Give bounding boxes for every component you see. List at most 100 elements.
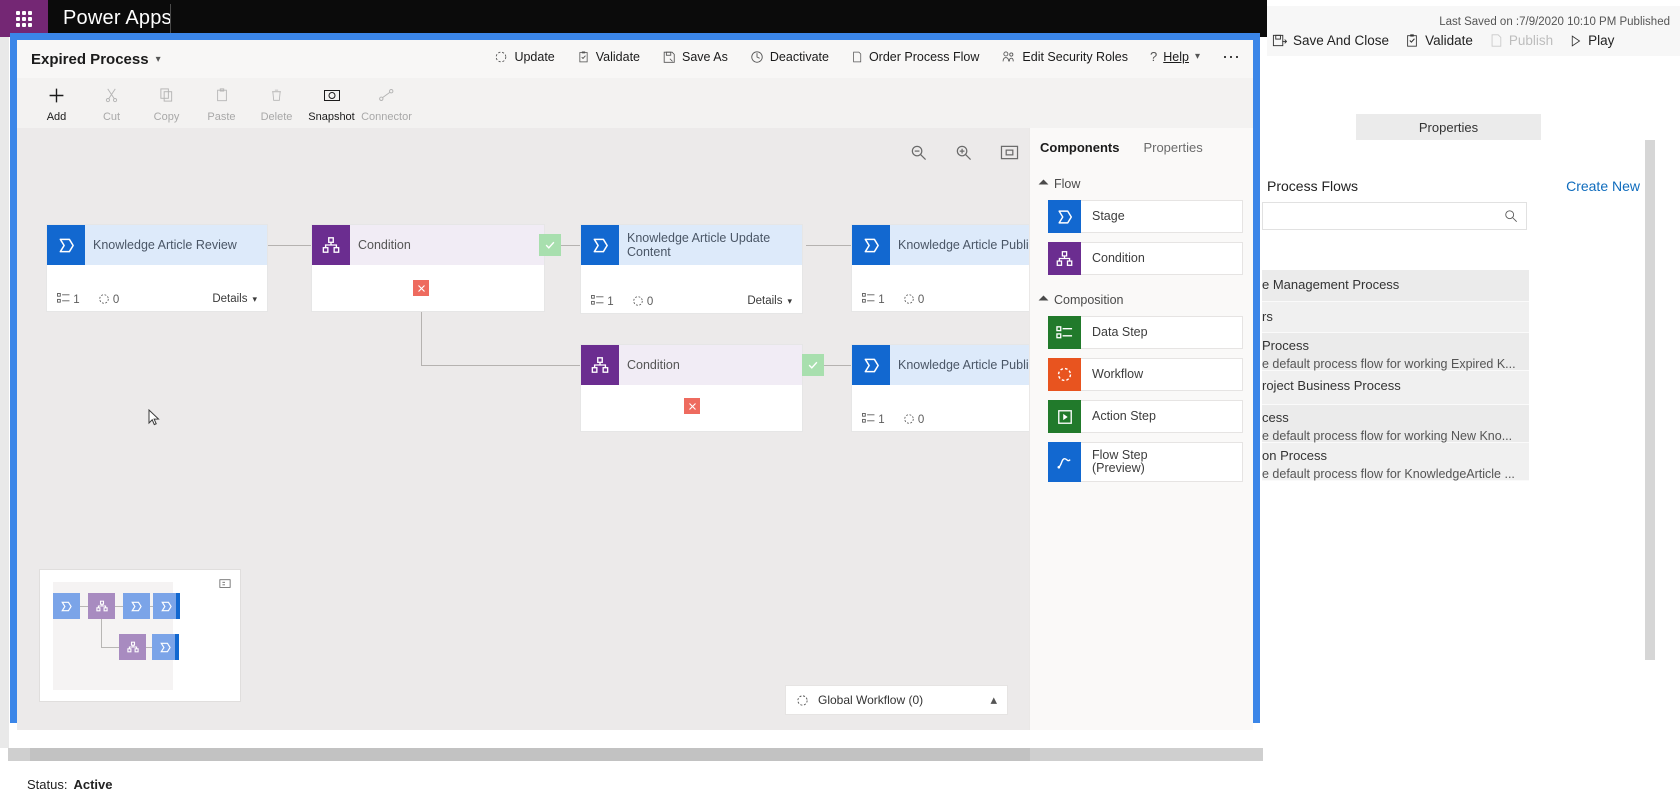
chevron-up-icon[interactable]: ▴: [990, 692, 997, 708]
component-data-step[interactable]: Data Step: [1048, 316, 1243, 349]
copy-label: Copy: [153, 111, 180, 123]
list-item[interactable]: e Management Process: [1262, 270, 1529, 302]
stage-node[interactable]: Knowledge Article Publish 1 0: [852, 225, 1029, 311]
steps-value: 1: [73, 293, 80, 306]
save-and-close-button[interactable]: Save And Close: [1272, 33, 1389, 48]
cut-label: Cut: [102, 111, 121, 123]
designer-root: Expired Process ▾ Update Validate Save A…: [17, 40, 1253, 730]
deactivate-button[interactable]: Deactivate: [750, 50, 829, 64]
triangle-expanded-icon: [1038, 295, 1049, 305]
connector-icon: [378, 85, 395, 105]
component-action-step[interactable]: Action Step: [1048, 400, 1243, 433]
order-process-flow-button[interactable]: Order Process Flow: [851, 50, 979, 64]
create-new-link[interactable]: Create New: [1566, 178, 1640, 194]
tab-properties[interactable]: Properties: [1143, 140, 1202, 159]
header-divider: [170, 4, 171, 34]
close-icon: [417, 284, 425, 292]
workflow-count: 0: [632, 295, 653, 308]
zoom-out-icon[interactable]: [910, 144, 927, 161]
global-workflow-bar[interactable]: Global Workflow (0) ▴: [785, 685, 1008, 715]
component-flow-step[interactable]: Flow Step (Preview): [1048, 442, 1243, 482]
component-workflow[interactable]: Workflow: [1048, 358, 1243, 391]
play-button[interactable]: Play: [1569, 33, 1614, 48]
data-step-icon: [1048, 316, 1081, 349]
zoom-in-icon[interactable]: [955, 144, 972, 161]
background-search-box[interactable]: [1262, 202, 1527, 230]
component-flow-step-line1: Flow Step: [1092, 448, 1148, 462]
paste-button: Paste: [194, 78, 249, 123]
save-as-button[interactable]: Save As: [662, 50, 728, 64]
background-command-bar: [1267, 6, 1680, 56]
group-flow-label: Flow: [1054, 177, 1081, 191]
details-toggle[interactable]: Details ▾: [212, 293, 257, 305]
branch-no-marker[interactable]: [684, 398, 700, 414]
fit-to-screen-icon[interactable]: [1000, 144, 1019, 161]
flow-canvas[interactable]: Knowledge Article Review 1 0 Details ▾ C…: [17, 128, 1029, 730]
node-title: Knowledge Article Update Content: [619, 225, 802, 265]
branch-yes-marker[interactable]: [802, 354, 824, 376]
list-item[interactable]: on Process e default process flow for Kn…: [1262, 443, 1529, 481]
snapshot-button[interactable]: Snapshot: [304, 78, 359, 123]
stage-node[interactable]: Knowledge Article Publish 1 0: [852, 345, 1029, 431]
workflow-icon: [1048, 358, 1081, 391]
workflow-count: 0: [98, 293, 119, 306]
screen: Power Apps Last Saved on :7/9/2020 10:10…: [0, 0, 1680, 810]
validate-button[interactable]: Validate: [577, 50, 640, 64]
node-body: [581, 265, 802, 289]
list-item-primary: cess: [1262, 410, 1289, 425]
component-stage[interactable]: Stage: [1048, 200, 1243, 233]
list-item[interactable]: Process e default process flow for worki…: [1262, 333, 1529, 371]
workflow-value: 0: [917, 413, 925, 426]
minimap-viewport-edge: [176, 593, 180, 619]
details-toggle[interactable]: Details ▾: [747, 295, 792, 307]
scrollbar-thumb[interactable]: [30, 748, 1030, 761]
component-flow-step-label: Flow Step (Preview): [1081, 449, 1148, 475]
page-title[interactable]: Expired Process ▾: [31, 51, 161, 68]
overflow-menu-button[interactable]: ⋯: [1222, 48, 1241, 66]
left-rail: [0, 37, 9, 748]
play-icon: [1571, 34, 1581, 47]
background-commands: Save And Close Validate Publish Play: [1272, 33, 1614, 48]
condition-node[interactable]: Condition: [312, 225, 544, 311]
clipboard-check-icon: [1407, 34, 1417, 47]
chevron-down-icon: ▾: [787, 295, 792, 306]
node-title: Knowledge Article Review: [85, 225, 267, 265]
workflow-count: 0: [903, 413, 925, 426]
waffle-button[interactable]: [0, 0, 48, 37]
list-item[interactable]: cess e default process flow for working …: [1262, 405, 1529, 443]
list-item[interactable]: roject Business Process: [1262, 371, 1529, 405]
group-composition[interactable]: Composition: [1030, 293, 1253, 307]
cut-button: Cut: [84, 78, 139, 123]
background-validate-label: Validate: [1425, 33, 1473, 48]
copy-button: Copy: [139, 78, 194, 123]
document-icon: [853, 51, 862, 62]
stage-node[interactable]: Knowledge Article Update Content 1 0 Det…: [581, 225, 802, 313]
background-validate-button[interactable]: Validate: [1405, 33, 1473, 48]
group-flow[interactable]: Flow: [1030, 177, 1253, 191]
condition-node[interactable]: Condition: [581, 345, 802, 431]
components-panel: Components Properties Flow Stage Conditi…: [1029, 128, 1253, 730]
update-button[interactable]: Update: [494, 50, 555, 64]
refresh-icon: [496, 51, 507, 62]
branch-no-marker[interactable]: [413, 280, 429, 296]
stage-icon: [1048, 200, 1081, 233]
tab-components[interactable]: Components: [1040, 140, 1119, 159]
horizontal-scrollbar[interactable]: [8, 748, 1263, 761]
component-condition[interactable]: Condition: [1048, 242, 1243, 275]
stage-node[interactable]: Knowledge Article Review 1 0 Details ▾: [47, 225, 267, 311]
chevron-down-icon[interactable]: ▾: [156, 54, 161, 65]
branch-yes-marker[interactable]: [539, 234, 561, 256]
background-properties-tab[interactable]: Properties: [1356, 114, 1541, 140]
help-button[interactable]: ? Help ▾: [1150, 49, 1200, 64]
panel-scrollbar[interactable]: [1645, 140, 1655, 660]
list-item-primary: on Process: [1262, 448, 1328, 463]
steps-count: 1: [862, 292, 885, 306]
steps-count: 1: [57, 292, 80, 306]
canvas-minimap[interactable]: [39, 569, 241, 702]
list-item[interactable]: rs: [1262, 302, 1529, 333]
condition-icon: [312, 225, 350, 265]
add-button[interactable]: Add: [29, 78, 84, 123]
component-action-step-label: Action Step: [1092, 409, 1156, 423]
edit-security-roles-button[interactable]: Edit Security Roles: [1001, 50, 1128, 64]
expand-minimap-icon[interactable]: [219, 578, 231, 590]
